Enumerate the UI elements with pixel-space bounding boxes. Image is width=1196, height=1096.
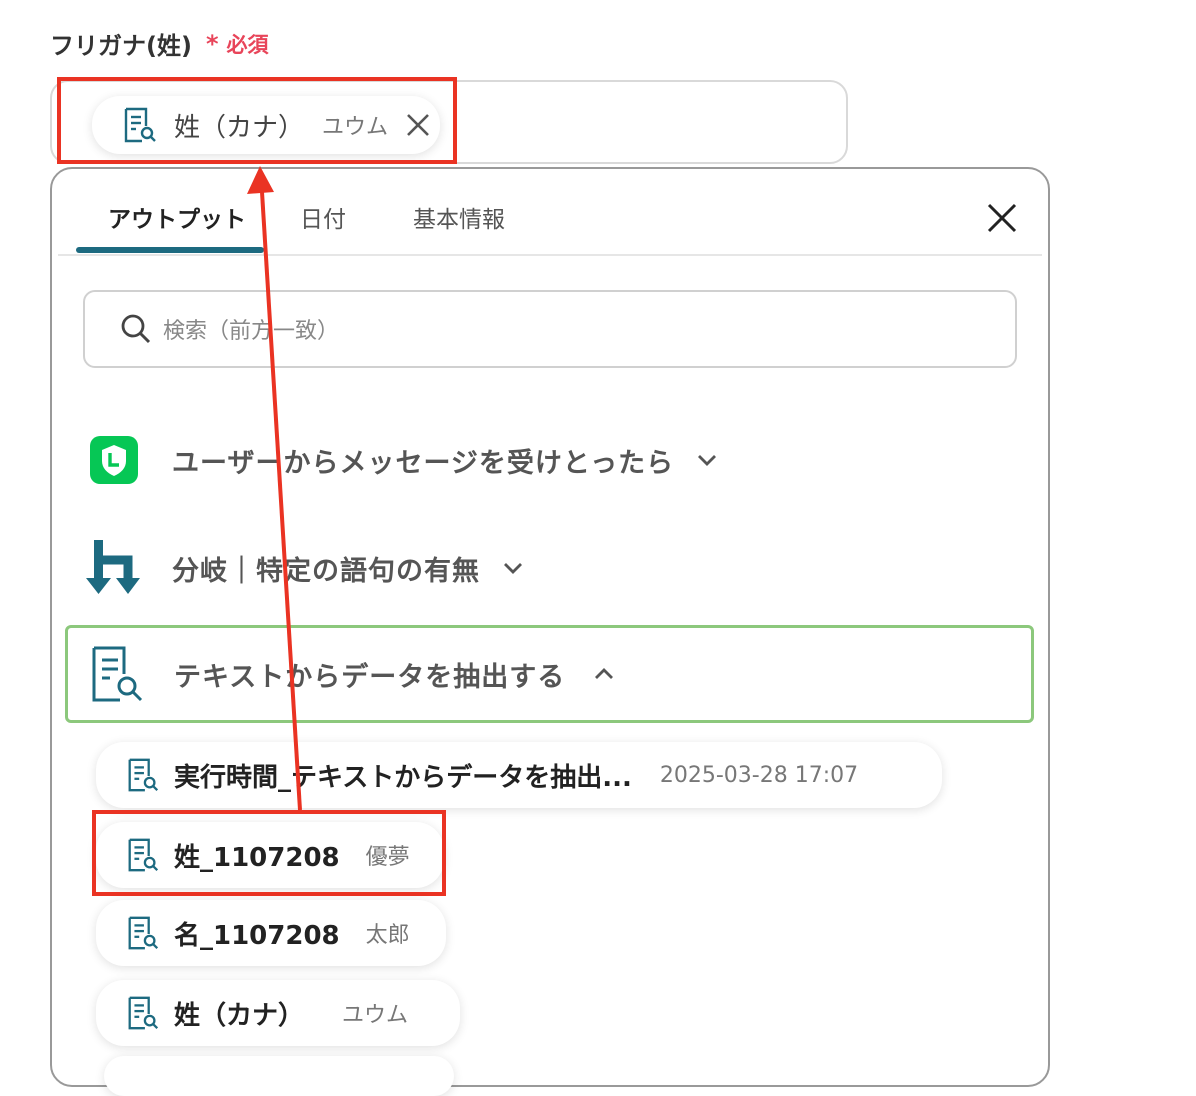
list-item[interactable]: 名_1107208 太郎 xyxy=(96,900,446,966)
item-name: 姓（カナ） xyxy=(174,1000,305,1031)
tab-basic-info[interactable]: 基本情報 xyxy=(413,200,505,234)
tab-output[interactable]: アウトプット xyxy=(108,200,246,234)
branch-icon xyxy=(86,540,140,594)
list-item[interactable]: 実行時間_テキストからデータを抽出... 2025-03-28 17:07 xyxy=(96,742,942,808)
chevron-up-icon xyxy=(595,668,614,679)
section-title: テキストからデータを抽出する xyxy=(174,661,566,693)
list-item[interactable]: 姓（カナ） ユウム xyxy=(96,980,460,1046)
item-name: 実行時間_テキストからデータを抽出... xyxy=(174,762,632,793)
chevron-down-icon xyxy=(698,455,717,466)
tab-divider xyxy=(58,254,1042,256)
item-value: 太郎 xyxy=(365,923,410,948)
field-label: フリガナ(姓) * 必須 xyxy=(50,26,269,61)
field-label-text: フリガナ(姓) xyxy=(50,32,192,60)
search-icon xyxy=(121,314,151,344)
tab-date[interactable]: 日付 xyxy=(300,200,346,234)
section-line-trigger[interactable]: ユーザーからメッセージを受けとったら xyxy=(90,430,720,490)
search-placeholder: 検索（前方一致） xyxy=(163,319,340,344)
section-title: 分岐｜特定の語句の有無 xyxy=(172,555,480,587)
section-title: ユーザーからメッセージを受けとったら xyxy=(172,447,675,479)
document-search-icon xyxy=(128,996,159,1030)
document-search-icon xyxy=(92,646,143,702)
search-input[interactable]: 検索（前方一致） xyxy=(83,290,1017,368)
chevron-down-icon xyxy=(504,563,522,574)
item-value: 2025-03-28 17:07 xyxy=(659,762,859,788)
list-item-partial[interactable] xyxy=(104,1056,454,1096)
highlight-box-item xyxy=(92,810,446,896)
item-value: ユウム xyxy=(342,1003,409,1028)
required-asterisk: * xyxy=(205,29,219,58)
document-search-icon xyxy=(128,758,159,792)
active-tab-indicator xyxy=(76,247,264,253)
section-branch[interactable]: 分岐｜特定の語句の有無 xyxy=(86,536,526,600)
required-text: 必須 xyxy=(226,32,269,57)
close-icon[interactable] xyxy=(984,200,1020,236)
item-name: 名_1107208 xyxy=(174,920,340,951)
section-extract-data[interactable]: テキストからデータを抽出する xyxy=(65,625,1034,723)
line-app-icon xyxy=(90,436,138,484)
document-search-icon xyxy=(128,916,159,950)
highlight-box-chip xyxy=(57,77,457,164)
